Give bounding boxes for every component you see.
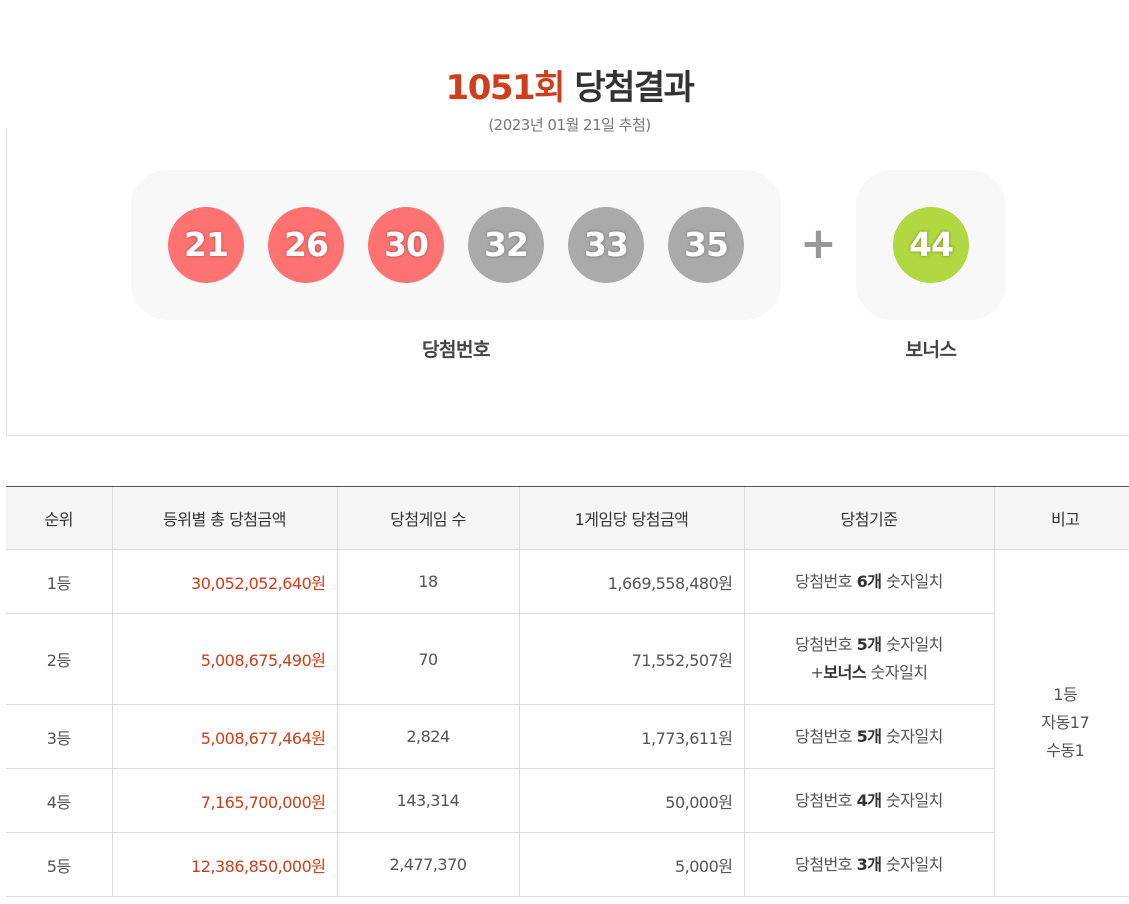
criteria-text: 숫자일치 (881, 571, 943, 591)
winner-count-cell: 70 (336, 613, 519, 705)
winner-count-cell: 2,477,370 (336, 832, 519, 897)
note-manual: 수동1 (1046, 741, 1085, 760)
criteria-text: 숫자일치 (881, 790, 943, 810)
header-note: 비고 (993, 486, 1129, 550)
winning-numbers-label: 당첨번호 (422, 339, 490, 361)
criteria-count: 5개 (856, 726, 882, 746)
table-row: 5등 12,386,850,000원 2,477,370 5,000원 당첨번호… (6, 832, 1129, 897)
criteria-text: 당첨번호 (795, 854, 857, 874)
criteria-text: 당첨번호 (795, 726, 857, 746)
rank-cell: 2등 (6, 613, 112, 705)
criteria-cell: 당첨번호 6개 숫자일치 (743, 549, 994, 614)
header-total-amount: 등위별 총 당첨금액 (111, 486, 337, 550)
note-cell: 1등 자동17 수동1 (993, 549, 1129, 897)
winning-ball-6: 35 (668, 207, 744, 283)
criteria-cell: 당첨번호 3개 숫자일치 (743, 832, 994, 897)
criteria-line: 당첨번호 5개 숫자일치 (745, 631, 994, 659)
winning-ball-5: 33 (568, 207, 644, 283)
header-winner-count: 당첨게임 수 (336, 486, 519, 550)
criteria-count: 5개 (856, 635, 882, 654)
per-game-amount-cell: 1,669,558,480원 (518, 549, 744, 614)
criteria-count: 3개 (856, 854, 882, 874)
plus-icon: + (800, 218, 837, 269)
winner-count-cell: 143,314 (336, 768, 519, 833)
bonus-ball: 44 (893, 207, 969, 283)
header-per-game-amount: 1게임당 당첨금액 (518, 486, 744, 550)
winning-ball-4: 32 (468, 207, 544, 283)
winning-ball-2: 26 (268, 207, 344, 283)
total-amount-cell: 5,008,675,490원 (111, 613, 337, 705)
criteria-text: 당첨번호 (795, 790, 857, 810)
table-row: 3등 5,008,677,464원 2,824 1,773,611원 당첨번호 … (6, 704, 1129, 769)
per-game-amount-cell: 1,773,611원 (518, 704, 744, 769)
criteria-text: 숫자일치 (866, 663, 928, 682)
criteria-text: 숫자일치 (881, 635, 943, 654)
criteria-cell: 당첨번호 4개 숫자일치 (743, 768, 994, 833)
rank-cell: 1등 (6, 549, 112, 614)
page-title: 1051회 당첨결과 (0, 60, 1129, 109)
per-game-amount-cell: 50,000원 (518, 768, 744, 833)
rank-cell: 3등 (6, 704, 112, 769)
criteria-text: 숫자일치 (881, 854, 943, 874)
note-auto: 자동17 (1041, 713, 1090, 732)
rank-cell: 4등 (6, 768, 112, 833)
round-number: 1051회 (445, 68, 566, 108)
winning-ball-3: 30 (368, 207, 444, 283)
table-row: 1등 30,052,052,640원 18 1,669,558,480원 당첨번… (6, 549, 1129, 897)
criteria-cell: 당첨번호 5개 숫자일치 +보너스 숫자일치 (743, 613, 994, 705)
criteria-text: + (810, 663, 824, 682)
per-game-amount-cell: 71,552,507원 (518, 613, 744, 705)
prize-table: 순위 등위별 총 당첨금액 당첨게임 수 1게임당 당첨금액 당첨기준 비고 1… (6, 486, 1129, 897)
header-criteria: 당첨기준 (743, 486, 994, 550)
total-amount-cell: 7,165,700,000원 (111, 768, 337, 833)
table-row: 2등 5,008,675,490원 70 71,552,507원 당첨번호 5개… (6, 613, 1129, 705)
criteria-line: +보너스 숫자일치 (745, 659, 994, 687)
note-rank: 1등 (1053, 685, 1078, 704)
bonus-label: 보너스 (905, 339, 957, 361)
per-game-amount-cell: 5,000원 (518, 832, 744, 897)
criteria-count: 4개 (856, 790, 882, 810)
winner-count-cell: 18 (336, 549, 519, 614)
criteria-text: 당첨번호 (795, 635, 857, 654)
table-row: 4등 7,165,700,000원 143,314 50,000원 당첨번호 4… (6, 768, 1129, 833)
total-amount-cell: 12,386,850,000원 (111, 832, 337, 897)
title-text: 당첨결과 (574, 68, 695, 108)
criteria-bonus: 보너스 (823, 663, 867, 682)
rank-cell: 5등 (6, 832, 112, 897)
total-amount-cell: 30,052,052,640원 (111, 549, 337, 614)
criteria-count: 6개 (856, 571, 882, 591)
winner-count-cell: 2,824 (336, 704, 519, 769)
header-rank: 순위 (6, 486, 112, 550)
criteria-text: 당첨번호 (795, 571, 857, 591)
criteria-cell: 당첨번호 5개 숫자일치 (743, 704, 994, 769)
winning-ball-1: 21 (168, 207, 244, 283)
total-amount-cell: 5,008,677,464원 (111, 704, 337, 769)
table-header-row: 순위 등위별 총 당첨금액 당첨게임 수 1게임당 당첨금액 당첨기준 비고 (6, 486, 1129, 550)
criteria-text: 숫자일치 (881, 726, 943, 746)
